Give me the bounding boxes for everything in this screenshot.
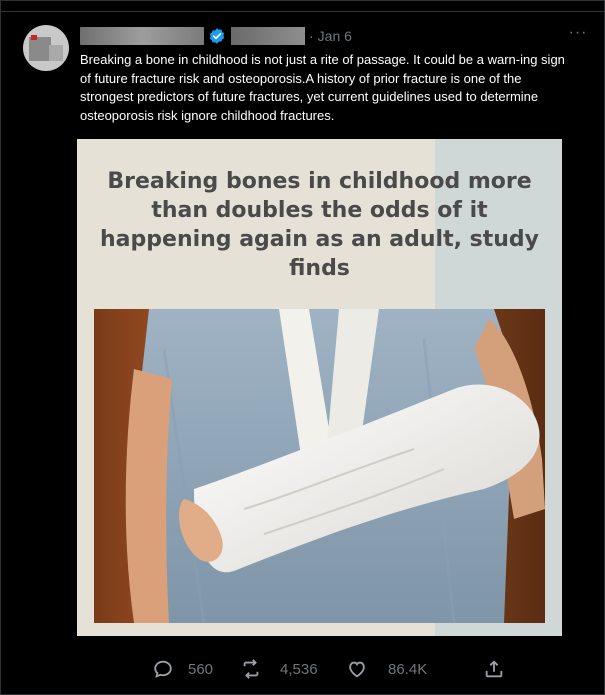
repost-icon (243, 659, 259, 679)
tweet-header: · Jan 6 (80, 26, 352, 46)
avatar-blur (49, 45, 63, 61)
media-headline: Breaking bones in childhood more than do… (100, 169, 539, 281)
avatar-blur (29, 37, 51, 61)
repost-count: 4,536 (280, 660, 318, 678)
share-button[interactable] (483, 654, 505, 684)
media-photo (94, 309, 545, 623)
reply-count: 560 (188, 660, 214, 678)
post-date[interactable]: Jan 6 (318, 28, 352, 44)
verified-badge-icon (209, 28, 225, 44)
author-handle-redacted[interactable] (231, 27, 305, 45)
like-count: 86.4K (388, 660, 428, 678)
reply-button[interactable]: 560 (152, 654, 213, 684)
like-button[interactable]: 86.4K (346, 654, 427, 684)
action-bar: 560 4,536 86.4K (0, 654, 605, 684)
reply-icon (154, 660, 172, 678)
media-card[interactable]: Breaking bones in childhood more than do… (77, 139, 562, 636)
divider (0, 11, 605, 12)
heart-icon (349, 661, 365, 678)
separator-dot: · (309, 28, 314, 44)
repost-button[interactable]: 4,536 (240, 654, 318, 684)
tweet-text: Breaking a bone in childhood is not just… (80, 52, 565, 123)
more-options-icon[interactable]: ··· (567, 24, 589, 44)
avatar-blur (31, 35, 37, 40)
share-icon (485, 660, 503, 678)
avatar[interactable] (23, 25, 69, 71)
author-name-redacted[interactable] (80, 27, 204, 45)
arm-cast-photo (94, 309, 545, 623)
